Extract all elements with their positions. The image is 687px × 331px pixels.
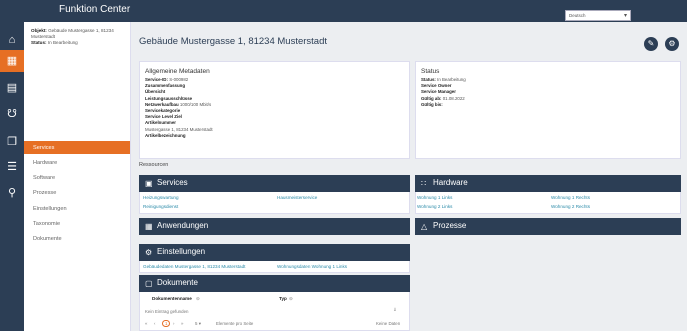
- subnav-item-einstellungen[interactable]: Einstellungen: [24, 202, 130, 215]
- prozesse-panel-header[interactable]: △ Prozesse: [415, 218, 681, 235]
- page-size-select[interactable]: 5 ▾: [195, 321, 201, 327]
- services-panel-header[interactable]: ▣ Services: [139, 175, 410, 192]
- hardware-link[interactable]: Wohnung 1 Rechts: [551, 195, 590, 200]
- sitemap-icon: △: [421, 222, 428, 231]
- einstellungen-panel-header[interactable]: ⚙ Einstellungen: [139, 244, 410, 261]
- services-panel-title: Services: [157, 178, 188, 187]
- no-data-label: Keine Daten: [376, 321, 401, 326]
- service-link[interactable]: Heizungswartung: [143, 195, 179, 200]
- hardware-link[interactable]: Wohnung 2 Links: [417, 204, 452, 209]
- copy-icon[interactable]: ❐: [4, 134, 20, 150]
- einstellung-link[interactable]: Wohnungsdaten Wohnung 1 Links: [277, 264, 347, 269]
- sub-navigation: Objekt: Gebäude Mustergasse 1, 81234 Mus…: [24, 22, 131, 331]
- language-value: Deutsch: [569, 13, 586, 18]
- sort-icon[interactable]: ⊝: [196, 296, 200, 302]
- page-size-value: 5: [195, 321, 198, 326]
- prev-page-icon[interactable]: ‹: [154, 321, 155, 326]
- einstellungen-panel-title: Einstellungen: [157, 247, 206, 256]
- einstellung-link[interactable]: Gebäudedaten Mustergasse 1, 81234 Muster…: [143, 264, 245, 269]
- cart-icon[interactable]: ☋: [4, 106, 20, 122]
- app-window: Funktion Center Deutsch ▾ ⌂ ▦ ▤ ☋ ❐ ☰ ⚲ …: [0, 0, 687, 331]
- dokumente-panel-header[interactable]: ▢ Dokumente: [139, 275, 410, 292]
- status-label: Status:: [31, 40, 47, 45]
- lightbulb-icon[interactable]: ⚲: [4, 185, 20, 201]
- status-value: In Bearbeitung: [47, 40, 78, 45]
- hardware-panel-header[interactable]: ∷ Hardware: [415, 175, 681, 192]
- services-panel-body: Heizungswartung Hausmeisterservice Reini…: [139, 192, 410, 214]
- empty-message: Kein Eintrag gefunden: [145, 309, 189, 314]
- last-page-icon[interactable]: »: [181, 321, 183, 326]
- object-label: Objekt:: [31, 28, 47, 33]
- chevron-down-icon: ▾: [623, 13, 627, 19]
- service-link[interactable]: Hausmeisterservice: [277, 195, 317, 200]
- metadata-card: Allgemeine Metadaten Service-ID: S-00098…: [139, 61, 410, 159]
- prozesse-panel-title: Prozesse: [433, 221, 467, 230]
- service-link[interactable]: Reinigungsdienst: [143, 204, 178, 209]
- first-page-icon[interactable]: «: [145, 321, 147, 326]
- dokumente-panel-title: Dokumente: [157, 278, 198, 287]
- context-info: Objekt: Gebäude Mustergasse 1, 81234 Mus…: [31, 28, 127, 46]
- status-row: Gültig bis:: [421, 101, 443, 107]
- chevron-down-icon: ▾: [198, 321, 201, 326]
- building-icon[interactable]: ▦: [0, 50, 24, 72]
- filter-icon[interactable]: ⇓: [393, 307, 397, 313]
- sort-icon[interactable]: ⊝: [289, 296, 293, 302]
- gear-icon: ⚙: [668, 39, 676, 48]
- list-icon[interactable]: ☰: [4, 159, 20, 175]
- gear-icon: ⚙: [145, 248, 153, 257]
- hardware-link[interactable]: Wohnung 2 Rechts: [551, 204, 590, 209]
- subnav-item-dokumente[interactable]: Dokumente: [24, 232, 130, 245]
- page-title: Gebäude Mustergasse 1, 81234 Musterstadt: [139, 36, 328, 47]
- anwendungen-panel-header[interactable]: ▦ Anwendungen: [139, 218, 410, 235]
- top-bar: Funktion Center Deutsch ▾: [0, 0, 687, 22]
- status-list: Status: In Bearbeitung Service Owner Ser…: [421, 77, 581, 108]
- einstellungen-panel-body: Gebäudedaten Mustergasse 1, 81234 Muster…: [139, 261, 410, 273]
- main-content: Gebäude Mustergasse 1, 81234 Musterstadt…: [132, 22, 687, 331]
- subnav-item-services[interactable]: Services: [24, 141, 130, 154]
- metadata-title: Allgemeine Metadaten: [145, 68, 210, 75]
- settings-button[interactable]: ⚙: [665, 37, 679, 51]
- current-page[interactable]: 1: [162, 320, 171, 327]
- icon-nav: ⌂ ▦ ▤ ☋ ❐ ☰ ⚲: [0, 22, 24, 331]
- file-icon: ▢: [145, 279, 153, 288]
- meta-row: Artikelbezeichnung: [145, 132, 186, 138]
- subnav-item-software[interactable]: Software: [24, 171, 130, 184]
- subnav-item-hardware[interactable]: Hardware: [24, 156, 130, 169]
- pencil-icon: ✎: [647, 39, 655, 48]
- page-size-label: Elemente pro Seite: [216, 321, 254, 326]
- document-icon[interactable]: ▤: [4, 80, 20, 96]
- resources-label: Ressourcen: [139, 162, 169, 168]
- services-icon: ▣: [145, 179, 153, 188]
- subnav-item-taxonomie[interactable]: Taxonomie: [24, 217, 130, 230]
- subnav-item-prozesse[interactable]: Prozesse: [24, 186, 130, 199]
- hardware-panel-title: Hardware: [433, 178, 468, 187]
- grid-icon: ∷: [421, 179, 427, 188]
- language-select[interactable]: Deutsch ▾: [565, 10, 631, 21]
- home-icon[interactable]: ⌂: [4, 32, 20, 48]
- status-title: Status: [421, 68, 440, 75]
- windows-icon: ▦: [145, 222, 153, 231]
- metadata-list: Service-ID: S-000982 Zusammenfassung Übe…: [145, 77, 305, 139]
- edit-button[interactable]: ✎: [644, 37, 658, 51]
- column-header-type[interactable]: Typ: [279, 296, 287, 301]
- app-title: Funktion Center: [59, 4, 131, 15]
- next-page-icon[interactable]: ›: [173, 321, 174, 326]
- hardware-link[interactable]: Wohnung 1 Links: [417, 195, 452, 200]
- dokumente-panel-body: Dokumentenname ⊝ Typ ⊝ Kein Eintrag gefu…: [139, 292, 410, 331]
- column-header-name[interactable]: Dokumentenname: [152, 296, 192, 301]
- status-card: Status Status: In Bearbeitung Service Ow…: [415, 61, 681, 159]
- anwendungen-panel-title: Anwendungen: [157, 221, 209, 230]
- hardware-panel-body: Wohnung 1 Links Wohnung 1 Rechts Wohnung…: [415, 192, 681, 214]
